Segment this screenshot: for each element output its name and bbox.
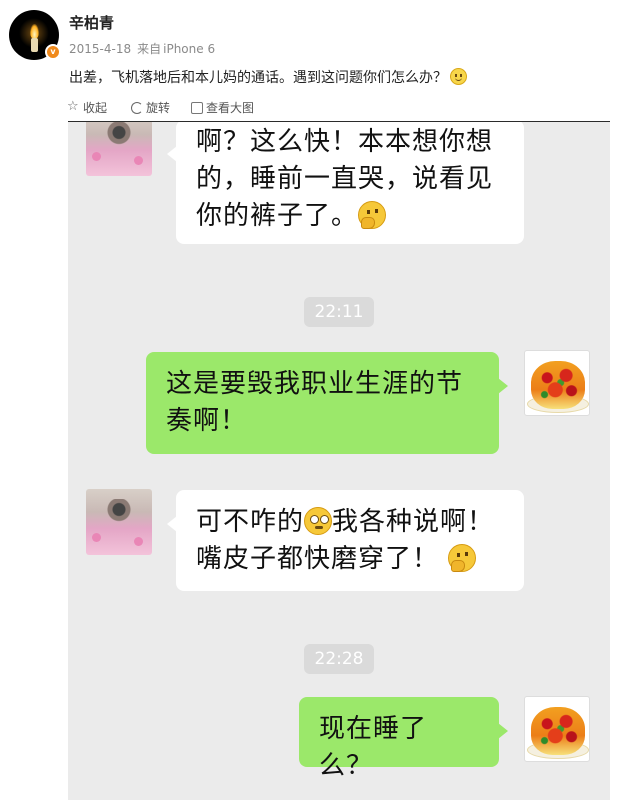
username[interactable]: 辛柏青 (69, 12, 114, 33)
cake-figure (106, 499, 132, 529)
post-source[interactable]: iPhone 6 (163, 42, 215, 56)
collapse-icon (67, 99, 80, 114)
timestamp: 22:28 (304, 644, 374, 674)
cake-flower (134, 537, 143, 546)
post-source-prefix: 来自 (137, 42, 162, 56)
message-line: 奏啊！ (166, 406, 248, 436)
post-text: 出差，飞机落地后和本儿妈的通话。遇到这问题你们怎么办？ (69, 67, 467, 87)
post-meta: 2015-4-18 来自 iPhone 6 (69, 40, 215, 57)
food-dish (531, 361, 585, 409)
cake-flower (134, 156, 143, 165)
message-line: 你的裤子了。 (196, 198, 504, 235)
view-large-label: 查看大图 (206, 101, 255, 115)
candle-icon (31, 38, 38, 52)
message-line: 嘴皮子都快磨穿了！ (196, 541, 504, 578)
cake-figure (106, 122, 132, 152)
rotate-label: 旋转 (146, 101, 171, 115)
collapse-label: 收起 (83, 101, 108, 115)
rotate-icon (131, 101, 143, 114)
contact-avatar (86, 122, 152, 176)
timestamp: 22:11 (304, 297, 374, 327)
contact-avatar (86, 489, 152, 555)
message-line: 可不咋的 我各种说啊！ (196, 507, 495, 537)
cake-flower (92, 533, 101, 542)
message-line: 这是要毁我职业生涯的节 (166, 369, 464, 399)
verified-badge-icon: v (45, 44, 61, 60)
thinking-face-icon (358, 201, 387, 229)
collapse-button[interactable]: 收起 (67, 99, 108, 116)
message-received: 啊？这么快！本本想你想 的，睡前一直哭，说看见 你的裤子了。 (167, 122, 524, 244)
post-header: v 辛柏青 2015-4-18 来自 iPhone 6 出差，飞机落地后和本儿妈的通… (0, 0, 618, 92)
post-body: 出差，飞机落地后和本儿妈的通话。遇到这问题你们怎么办？ (69, 70, 447, 86)
smile-icon (450, 68, 467, 85)
food-dish (531, 707, 585, 755)
message-received: 可不咋的 我各种说啊！ 嘴皮子都快磨穿了！ (167, 490, 524, 591)
message-line: 啊？这么快！本本想你想 (196, 127, 494, 157)
image-action-bar: 收起 旋转 查看大图 (0, 93, 618, 120)
chat-screenshot[interactable]: 啊？这么快！本本想你想 的，睡前一直哭，说看见 你的裤子了。 22:11 这是要… (68, 122, 610, 800)
view-large-button[interactable]: 查看大图 (191, 99, 254, 116)
message-sent: 这是要毁我职业生涯的节 奏啊！ (146, 352, 508, 454)
my-avatar (524, 696, 590, 762)
message-line: 的，睡前一直哭，说看见 (196, 164, 494, 194)
post-date: 2015-4-18 (69, 42, 132, 56)
message-line: 现在睡了么？ (319, 714, 428, 781)
rotate-button[interactable]: 旋转 (131, 99, 170, 116)
my-avatar (524, 350, 590, 416)
rolling-eyes-face-icon (304, 507, 333, 535)
view-large-icon (191, 101, 203, 114)
cake-flower (92, 152, 101, 161)
message-sent: 现在睡了么？ (299, 697, 508, 781)
thinking-face-icon (448, 544, 477, 572)
candle-flame-icon (30, 24, 39, 39)
